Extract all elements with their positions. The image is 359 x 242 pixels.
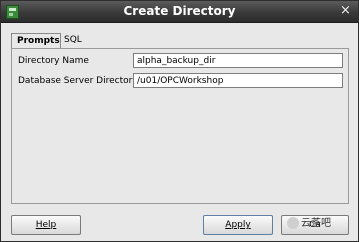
server-directory-input[interactable]	[133, 73, 343, 88]
help-button[interactable]: Help	[11, 215, 81, 235]
dialog-title: Create Directory	[123, 4, 236, 18]
apply-button-label: Apply	[225, 220, 251, 230]
directory-name-input[interactable]	[133, 53, 343, 68]
wechat-logo-icon	[287, 217, 299, 229]
create-directory-dialog: Create Directory × Prompts SQL Directory…	[0, 0, 359, 242]
tab-sql[interactable]: SQL	[59, 33, 93, 47]
watermark-text: 云茶吧	[301, 218, 331, 229]
tab-prompts[interactable]: Prompts	[11, 33, 61, 49]
directory-name-label: Directory Name	[18, 56, 89, 66]
close-icon[interactable]: ×	[338, 4, 353, 18]
help-button-label: Help	[35, 220, 57, 230]
watermark: 云茶吧	[287, 215, 357, 233]
prompts-panel: Directory Name Database Server Directory	[11, 48, 349, 204]
apply-button[interactable]: Apply	[203, 215, 273, 235]
server-directory-label: Database Server Directory	[18, 76, 138, 86]
title-bar[interactable]: Create Directory ×	[1, 1, 358, 23]
